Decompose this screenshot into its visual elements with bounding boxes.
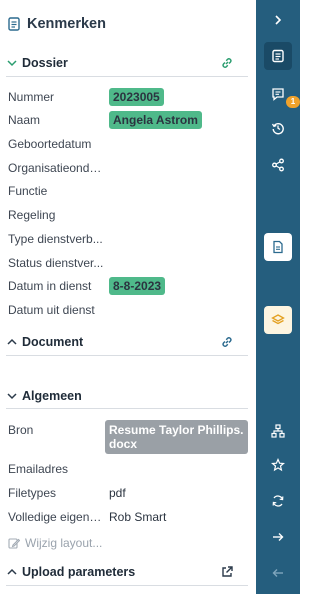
field-label: Emailadres xyxy=(8,462,69,476)
properties-icon xyxy=(272,49,284,63)
divider xyxy=(6,585,248,586)
field-label: Status dienstver... xyxy=(8,256,104,270)
chevron-right-icon xyxy=(275,15,282,25)
field-label: Organisatieonde... xyxy=(8,161,105,175)
refresh-button[interactable] xyxy=(264,487,292,515)
properties-button[interactable] xyxy=(264,42,292,70)
field-value: Rob Smart xyxy=(109,510,167,524)
field-label: Functie xyxy=(8,184,48,198)
star-icon xyxy=(271,458,285,472)
field-value-chip[interactable]: 2023005 xyxy=(109,88,164,106)
right-rail: 1 xyxy=(256,0,300,594)
section-title: Document xyxy=(22,335,84,349)
layers-button[interactable] xyxy=(264,306,292,334)
section-dossier-header[interactable]: Dossier xyxy=(6,52,248,74)
document-preview-button[interactable] xyxy=(264,233,292,261)
field-nummer: Nummer 2023005 xyxy=(8,87,248,107)
field-organisatieonderdeel: Organisatieonde... xyxy=(8,158,248,178)
share-button[interactable] xyxy=(264,151,292,179)
field-functie: Functie xyxy=(8,181,248,201)
field-volledige-eigenaar: Volledige eigena... Rob Smart xyxy=(8,507,248,527)
field-label: Filetypes xyxy=(8,486,57,500)
field-label: Geboortedatum xyxy=(8,137,92,151)
field-filetypes: Filetypes pdf xyxy=(8,483,248,503)
divider xyxy=(6,408,248,409)
field-datum-uit-dienst: Datum uit dienst xyxy=(8,300,248,320)
favorite-button[interactable] xyxy=(264,451,292,479)
field-label: Type dienstverb... xyxy=(8,232,103,246)
field-label: Datum uit dienst xyxy=(8,303,95,317)
field-value-file-chip[interactable]: Resume Taylor Phillips.docx xyxy=(105,420,248,454)
section-upload-header[interactable]: Upload parameters xyxy=(6,561,248,583)
next-button[interactable] xyxy=(264,523,292,551)
field-value-chip[interactable]: 8-8-2023 xyxy=(109,277,166,295)
chevron-up-icon xyxy=(6,566,18,578)
comments-count-badge: 1 xyxy=(286,96,300,108)
field-value-chip[interactable]: Angela Astrom xyxy=(109,111,202,129)
pencil-icon xyxy=(8,538,20,549)
chevron-down-icon xyxy=(6,57,18,69)
layers-card-icon xyxy=(271,314,285,325)
divider xyxy=(6,355,248,356)
panel-title: Kenmerken xyxy=(27,16,106,32)
field-label: Datum in dienst xyxy=(8,279,92,293)
field-label: Bron xyxy=(8,423,34,437)
field-label: Regeling xyxy=(8,208,56,222)
field-geboortedatum: Geboortedatum xyxy=(8,134,248,154)
comments-icon xyxy=(272,88,284,101)
refresh-icon xyxy=(272,495,284,507)
chevron-down-icon xyxy=(6,390,18,402)
link-icon[interactable] xyxy=(220,56,234,70)
document-card-icon xyxy=(273,240,283,254)
field-naam: Naam Angela Astrom xyxy=(8,110,248,130)
section-document-header[interactable]: Document xyxy=(6,331,248,353)
hierarchy-icon xyxy=(271,424,285,438)
history-icon xyxy=(271,123,284,135)
section-title: Upload parameters xyxy=(22,565,136,579)
field-type-dienstverband: Type dienstverb... xyxy=(8,229,248,249)
panel-header: Kenmerken xyxy=(8,14,106,34)
history-button[interactable] xyxy=(264,114,292,142)
section-title: Algemeen xyxy=(22,389,82,403)
divider xyxy=(6,76,248,77)
collapse-button[interactable] xyxy=(264,6,292,34)
section-algemeen-header[interactable]: Algemeen xyxy=(6,385,248,407)
back-button[interactable] xyxy=(264,559,292,587)
external-link-icon[interactable] xyxy=(220,565,234,579)
document-icon xyxy=(8,17,20,31)
field-value: pdf xyxy=(109,486,126,500)
section-title: Dossier xyxy=(22,56,68,70)
properties-panel: Kenmerken Dossier Nummer 2023005 Naam An… xyxy=(0,0,256,594)
field-regeling: Regeling xyxy=(8,205,248,225)
edit-layout-link[interactable]: Wijzig layout... xyxy=(8,534,102,552)
link-icon[interactable] xyxy=(220,335,234,349)
field-label: Volledige eigena... xyxy=(8,510,105,524)
arrow-left-icon xyxy=(272,569,283,577)
chevron-up-icon xyxy=(6,336,18,348)
share-icon xyxy=(272,158,284,172)
field-emailadres: Emailadres xyxy=(8,459,248,479)
edit-layout-label: Wijzig layout... xyxy=(25,536,103,550)
arrow-right-icon xyxy=(273,533,284,541)
field-label: Naam xyxy=(8,113,41,127)
hierarchy-button[interactable] xyxy=(264,417,292,445)
field-datum-in-dienst: Datum in dienst 8-8-2023 xyxy=(8,276,248,296)
field-label: Nummer xyxy=(8,90,55,104)
field-status-dienstverband: Status dienstver... xyxy=(8,253,248,273)
